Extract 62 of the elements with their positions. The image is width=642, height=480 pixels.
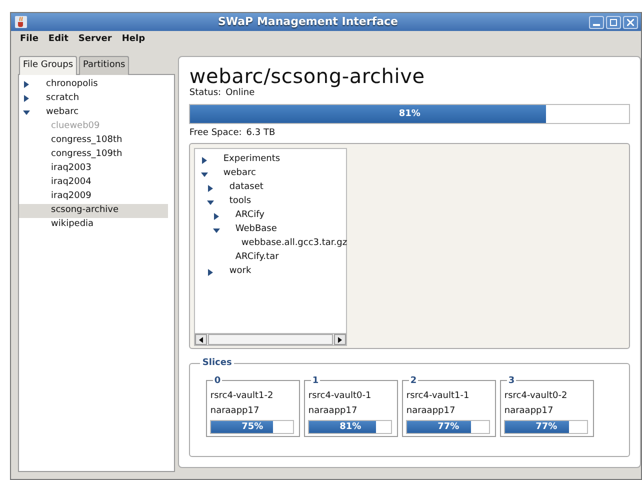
tree-item[interactable]: dataset (229, 181, 264, 195)
menu-item[interactable]: Server (73, 33, 117, 47)
expanded-arrow-icon[interactable] (201, 170, 208, 178)
free-space-label: Free Space: (189, 126, 242, 140)
tree-item[interactable]: tools (229, 195, 252, 209)
tree-item[interactable]: iraq2009 (49, 190, 94, 204)
collapsed-arrow-icon[interactable] (23, 81, 30, 88)
host-name: naraapp17 (504, 405, 554, 418)
maximize-icon (610, 18, 617, 26)
collapsed-arrow-icon[interactable] (207, 268, 214, 276)
tree-item[interactable]: wikipedia (49, 218, 96, 232)
page-title: webarc/scsong-archive (189, 65, 426, 87)
tree-item[interactable]: congress_108th (49, 134, 124, 148)
tree-item[interactable]: WebBase (235, 223, 277, 237)
tree-item[interactable]: iraq2004 (49, 176, 94, 190)
window-title: SWaP Management Interface (216, 14, 400, 30)
tree-item[interactable]: work (229, 265, 252, 279)
cup-icon (15, 16, 27, 28)
slice-name: rsrc4-vault0-1 (308, 390, 372, 403)
progress-reading: 81% (338, 421, 362, 433)
progress-reading: 77% (534, 421, 558, 433)
tab[interactable]: Partitions (79, 56, 130, 74)
menu-item[interactable]: Help (116, 33, 150, 47)
tree-item[interactable]: ARCify.tar (235, 251, 279, 265)
tree-item[interactable]: webarc (223, 167, 256, 181)
slice-name: rsrc4-vault0-2 (504, 390, 568, 403)
close-button[interactable] (623, 16, 638, 28)
tree-item[interactable]: scratch (44, 92, 82, 106)
expanded-arrow-icon[interactable] (23, 109, 30, 116)
menu-item[interactable]: Edit (43, 33, 74, 47)
tree-item[interactable]: Experiments (223, 153, 280, 167)
tree-item[interactable]: congress_109th (49, 148, 124, 162)
progress-reading: 75% (240, 421, 264, 433)
collapsed-arrow-icon[interactable] (207, 184, 214, 192)
status-value: Online (226, 88, 255, 100)
tab[interactable]: File Groups (19, 56, 78, 74)
collapsed-arrow-icon[interactable] (213, 212, 220, 220)
status-label: Status: (189, 88, 222, 100)
host-name: naraapp17 (210, 405, 260, 418)
minimize-button[interactable] (589, 16, 604, 28)
progress-reading: 77% (436, 421, 460, 433)
progress-reading: 81% (398, 108, 422, 120)
close-icon (627, 18, 634, 26)
free-space-value: 6.3 TB (246, 126, 276, 140)
tree-item[interactable]: ARCify (235, 209, 264, 223)
slice-name: rsrc4-vault1-2 (210, 390, 274, 403)
host-name: naraapp17 (406, 405, 456, 418)
right-arrow-icon[interactable] (338, 336, 342, 342)
tree-item[interactable]: webbase.all.gcc3.tar.gz (241, 237, 348, 251)
tree-item[interactable]: chronopolis (44, 78, 100, 92)
collapsed-arrow-icon[interactable] (201, 156, 208, 164)
left-arrow-icon[interactable] (199, 336, 204, 342)
tree-item[interactable]: iraq2003 (49, 162, 94, 176)
maximize-button[interactable] (606, 16, 621, 28)
slice-name: rsrc4-vault1-1 (406, 390, 470, 403)
horizontal-scrollbar[interactable] (195, 333, 346, 345)
tree-item[interactable]: webarc (44, 106, 81, 120)
expanded-arrow-icon[interactable] (207, 198, 214, 206)
collapsed-arrow-icon[interactable] (23, 95, 30, 102)
expanded-arrow-icon[interactable] (213, 226, 220, 234)
host-name: naraapp17 (308, 405, 358, 418)
menu-item[interactable]: File (15, 33, 44, 47)
